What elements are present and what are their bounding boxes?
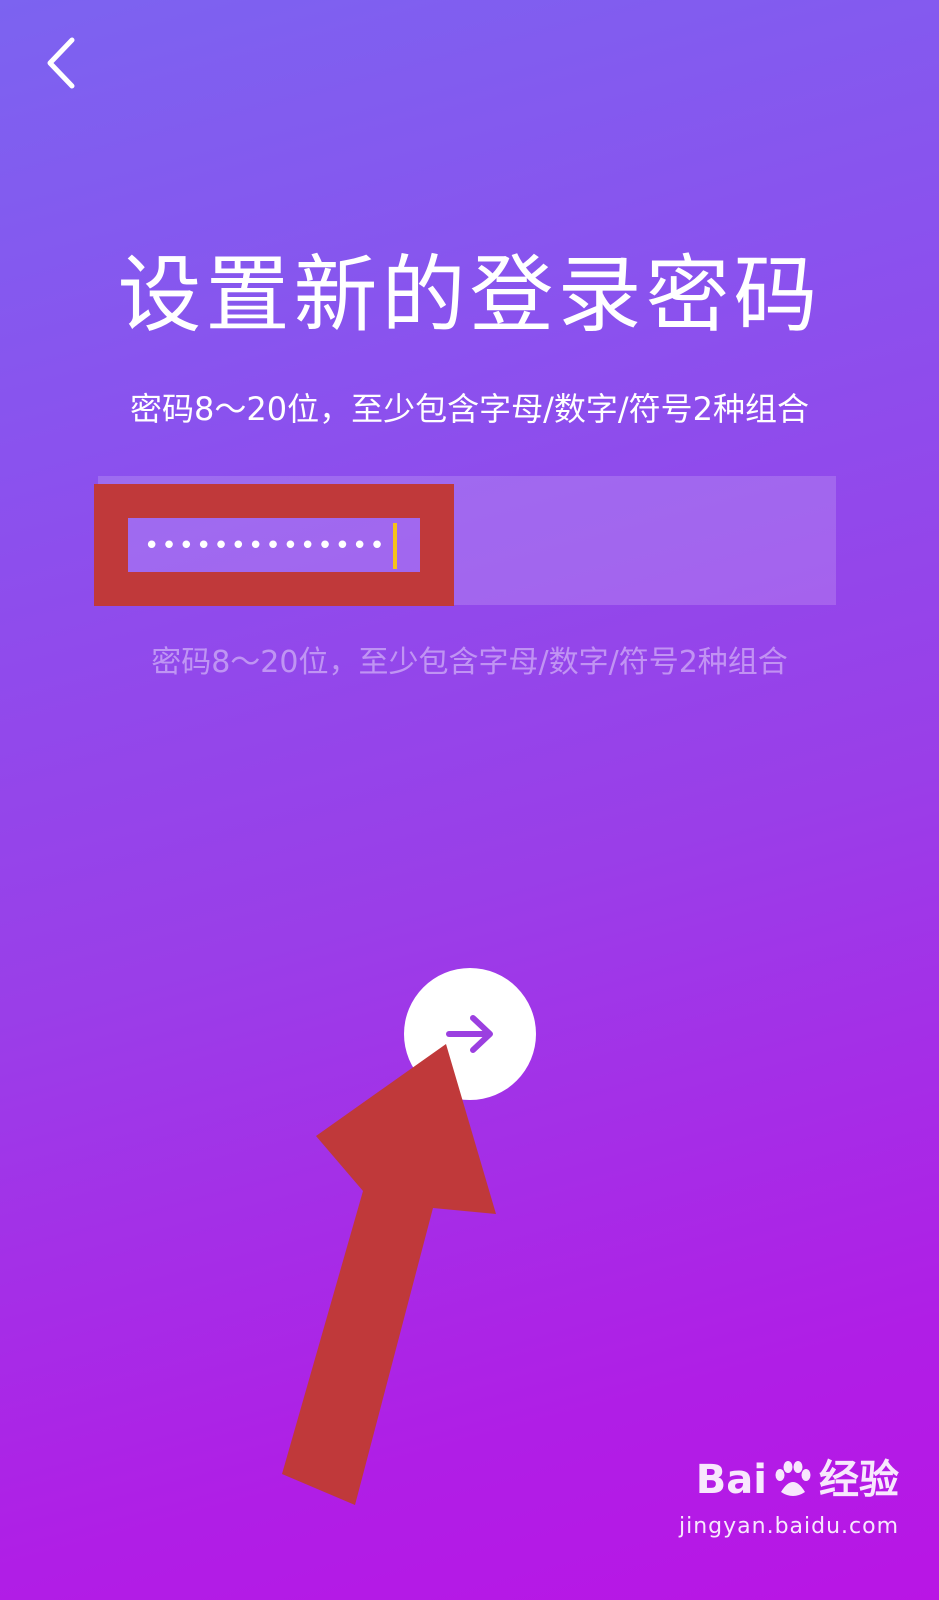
- arrow-right-icon: [446, 1015, 493, 1053]
- baidu-jingyan-watermark: Bai 经验 jingyan.baidu.com: [679, 1450, 899, 1570]
- next-button[interactable]: [404, 968, 536, 1100]
- watermark-domain: jingyan.baidu.com: [679, 1514, 900, 1539]
- watermark-brand-right: 经验: [819, 1457, 899, 1503]
- back-button[interactable]: [30, 28, 100, 98]
- chevron-left-icon: [47, 37, 75, 89]
- set-password-screen: 设置新的登录密码 密码8～20位，至少包含字母/数字/符号2种组合 ••••••…: [0, 0, 939, 1600]
- password-masked-value: ••••••••••••••: [144, 531, 387, 561]
- page-title: 设置新的登录密码: [117, 246, 822, 344]
- watermark-brand-left: Bai: [695, 1457, 767, 1503]
- paw-icon: [775, 1461, 811, 1496]
- password-rules-subtitle: 密码8～20位，至少包含字母/数字/符号2种组合: [129, 390, 809, 428]
- password-input[interactable]: ••••••••••••••: [130, 520, 420, 572]
- text-caret: [392, 523, 397, 569]
- annotation-arrow-shape: [282, 1044, 496, 1505]
- password-hint: 密码8～20位，至少包含字母/数字/符号2种组合: [151, 645, 788, 680]
- watermark-brand: Bai 经验: [679, 1450, 899, 1510]
